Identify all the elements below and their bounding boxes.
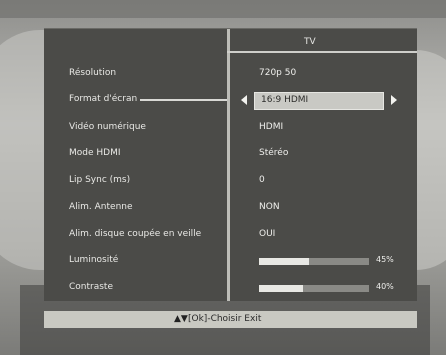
selected-value-box[interactable]: 16:9 HDMI xyxy=(254,92,384,110)
setting-label: Lip Sync (ms) xyxy=(69,175,131,185)
setting-label: Mode HDMI xyxy=(69,148,121,158)
setting-label: Alim. Antenne xyxy=(69,202,133,212)
setting-value: HDMI xyxy=(259,122,284,132)
slider-percent: 45% xyxy=(376,255,394,264)
setting-row-alim-antenne[interactable]: Alim. Antenne NON xyxy=(44,199,417,219)
setting-label: Luminosité xyxy=(69,255,119,265)
setting-label: Format d'écran xyxy=(69,94,138,104)
up-down-arrows-icon: ▲▼ xyxy=(174,314,188,324)
slider-fill xyxy=(259,258,309,265)
setting-value: 16:9 HDMI xyxy=(261,95,309,105)
setting-row-resolution[interactable]: Résolution 720p 50 xyxy=(44,65,417,85)
setting-label: Résolution xyxy=(69,68,117,78)
tv-settings-panel: TV Résolution 720p 50 Format d'écran 16:… xyxy=(44,28,417,301)
brightness-slider[interactable] xyxy=(259,258,369,265)
setting-row-luminosite[interactable]: Luminosité 45% xyxy=(44,252,417,272)
setting-value: NON xyxy=(259,202,280,212)
setting-label: Alim. disque coupée en veille xyxy=(69,229,202,239)
setting-row-video-numerique[interactable]: Vidéo numérique HDMI xyxy=(44,119,417,139)
tab-title: TV xyxy=(304,37,316,47)
arrow-right-icon[interactable] xyxy=(391,95,397,105)
background-shape xyxy=(0,0,446,18)
header-divider xyxy=(227,51,417,53)
slider-fill xyxy=(259,285,303,292)
contrast-slider[interactable] xyxy=(259,285,369,292)
setting-row-contraste[interactable]: Contraste 40% xyxy=(44,279,417,299)
setting-value: 720p 50 xyxy=(259,68,297,78)
setting-label: Contraste xyxy=(69,282,113,292)
setting-value: 0 xyxy=(259,175,265,185)
help-bar: ▲▼ [Ok]-Choisir Exit xyxy=(44,311,417,328)
setting-row-alim-disque[interactable]: Alim. disque coupée en veille OUI xyxy=(44,226,417,246)
help-text: [Ok]-Choisir Exit xyxy=(188,314,262,324)
setting-row-mode-hdmi[interactable]: Mode HDMI Stéréo xyxy=(44,145,417,165)
setting-value: OUI xyxy=(259,229,276,239)
setting-label: Vidéo numérique xyxy=(69,122,146,132)
setting-value: Stéréo xyxy=(259,148,289,158)
selection-pointer-line xyxy=(140,99,227,101)
setting-row-lip-sync[interactable]: Lip Sync (ms) 0 xyxy=(44,172,417,192)
slider-percent: 40% xyxy=(376,282,394,291)
arrow-left-icon[interactable] xyxy=(241,95,247,105)
setting-row-format-ecran[interactable]: Format d'écran 16:9 HDMI xyxy=(44,91,417,111)
